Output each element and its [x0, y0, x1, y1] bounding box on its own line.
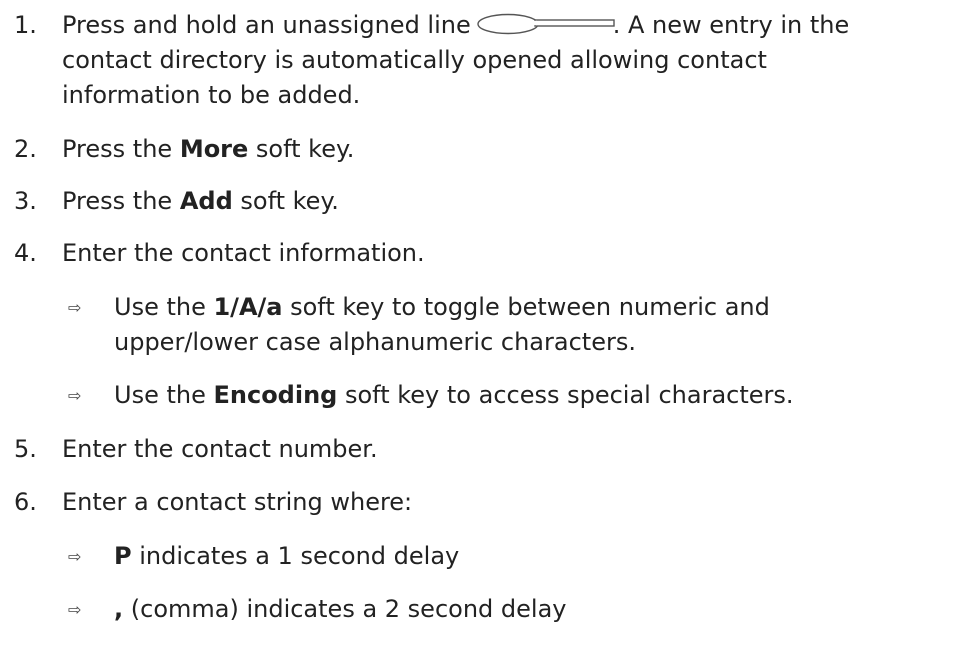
sub-item-text: , (comma) indicates a 2 second delay	[114, 592, 566, 627]
soft-key-name: Encoding	[213, 381, 338, 409]
line-key-icon	[477, 13, 615, 35]
arrow-bullet-icon: ⇨	[68, 600, 82, 619]
delay-character: P	[114, 542, 132, 570]
sub-item-text: Use the 1/A/a soft key to toggle between…	[114, 290, 770, 325]
step-text-part: Press the	[62, 187, 180, 215]
step-number: 1.	[14, 11, 37, 39]
step-number: 6.	[14, 488, 37, 516]
step-text: Press and hold an unassigned line . A ne…	[62, 8, 849, 43]
step-number: 3.	[14, 187, 37, 215]
sub-item-text: upper/lower case alphanumeric characters…	[114, 328, 636, 356]
step-text: Press the More soft key.	[62, 132, 354, 167]
sub-item-text-part: (comma) indicates a 2 second delay	[123, 595, 567, 623]
step-text-part: Press the	[62, 135, 180, 163]
step-text-part: . A new entry in the	[612, 11, 850, 39]
sub-item-text: P indicates a 1 second delay	[114, 539, 459, 574]
step-text-part: soft key.	[248, 135, 355, 163]
step-text: contact directory is automatically opene…	[62, 46, 767, 74]
arrow-bullet-icon: ⇨	[68, 386, 82, 405]
arrow-bullet-icon: ⇨	[68, 547, 82, 566]
sub-item-text-part: indicates a 1 second delay	[131, 542, 460, 570]
sub-item-text: Use the Encoding soft key to access spec…	[114, 378, 794, 413]
soft-key-name: 1/A/a	[213, 293, 283, 321]
step-text: Enter the contact information.	[62, 239, 425, 267]
sub-item-text-part: Use the	[114, 381, 214, 409]
step-text-part: Press and hold an unassigned line	[62, 11, 471, 39]
soft-key-name: Add	[179, 187, 233, 215]
sub-item-text-part: soft key to toggle between numeric and	[282, 293, 770, 321]
sub-item-text-part: soft key to access special characters.	[337, 381, 794, 409]
step-number: 5.	[14, 435, 37, 463]
step-text: Press the Add soft key.	[62, 184, 339, 219]
sub-item-text-part: Use the	[114, 293, 214, 321]
delay-character: ,	[114, 595, 124, 623]
step-text-part: soft key.	[232, 187, 339, 215]
step-number: 4.	[14, 239, 37, 267]
step-text: Enter a contact string where:	[62, 488, 413, 516]
step-number: 2.	[14, 135, 37, 163]
step-text: information to be added.	[62, 81, 361, 109]
soft-key-name: More	[179, 135, 249, 163]
instruction-document: 1. Press and hold an unassigned line . A…	[0, 0, 977, 654]
arrow-bullet-icon: ⇨	[68, 298, 82, 317]
step-text: Enter the contact number.	[62, 435, 378, 463]
